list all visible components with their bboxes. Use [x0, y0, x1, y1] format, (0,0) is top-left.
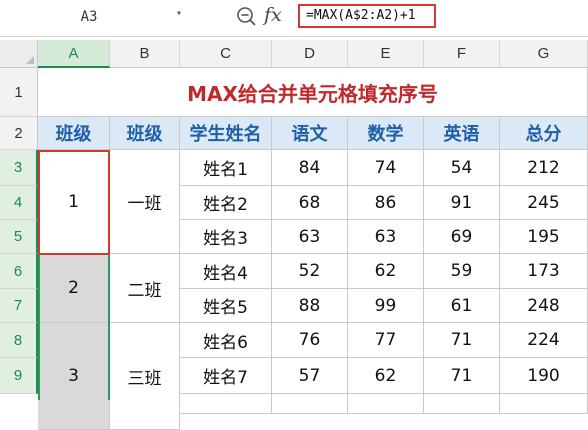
row-header-7[interactable]: 7 [0, 289, 38, 323]
name-box[interactable]: A3 ▾ [0, 4, 186, 30]
data-cell[interactable]: 52 [272, 254, 348, 289]
row-header-8[interactable]: 8 [0, 323, 38, 358]
name-box-value[interactable]: A3 [0, 9, 178, 25]
data-cell[interactable]: 224 [500, 323, 588, 358]
row-header-5[interactable]: 5 [0, 220, 38, 254]
formula-bar: A3 ▾ fx =MAX(A$2:A2)+1 [0, 0, 588, 37]
data-cell[interactable]: 62 [348, 254, 424, 289]
data-cell[interactable]: 63 [348, 220, 424, 254]
header-cell[interactable]: 英语 [424, 117, 500, 150]
data-cell[interactable]: 姓名2 [180, 186, 272, 220]
data-cell[interactable]: 59 [424, 254, 500, 289]
header-cell[interactable]: 学生姓名 [180, 117, 272, 150]
merged-seq-cell[interactable]: 3 [38, 323, 110, 430]
data-cell[interactable]: 248 [500, 289, 588, 323]
selection-border-right [108, 254, 110, 400]
data-cell[interactable]: 54 [424, 150, 500, 186]
column-header-c[interactable]: C [180, 40, 272, 68]
data-cell[interactable]: 91 [424, 186, 500, 220]
data-cell[interactable]: 姓名6 [180, 323, 272, 358]
data-cell[interactable]: 姓名3 [180, 220, 272, 254]
merged-class-cell[interactable]: 一班 [110, 150, 180, 254]
column-header-a[interactable]: A [38, 40, 110, 68]
row-header-9[interactable]: 9 [0, 358, 38, 394]
merged-seq-cell[interactable]: 2 [38, 254, 110, 323]
data-cell[interactable]: 71 [424, 358, 500, 394]
sheet-title[interactable]: MAX给合并单元格填充序号 [38, 68, 588, 117]
data-cell[interactable]: 姓名1 [180, 150, 272, 186]
data-cell[interactable] [348, 394, 424, 414]
data-cell[interactable]: 69 [424, 220, 500, 254]
header-cell[interactable]: 总分 [500, 117, 588, 150]
row-header-6[interactable]: 6 [0, 254, 38, 289]
data-cell[interactable]: 63 [272, 220, 348, 254]
data-cell[interactable]: 173 [500, 254, 588, 289]
row-header-1[interactable]: 1 [0, 68, 38, 117]
column-header-b[interactable]: B [110, 40, 180, 68]
chevron-down-icon[interactable]: ▾ [176, 8, 182, 19]
merged-class-cell[interactable]: 二班 [110, 254, 180, 323]
header-cell[interactable]: 数学 [348, 117, 424, 150]
data-cell[interactable]: 77 [348, 323, 424, 358]
fx-icon[interactable]: fx [264, 4, 282, 26]
data-cell[interactable]: 姓名4 [180, 254, 272, 289]
row-header-3[interactable]: 3 [0, 150, 38, 186]
data-cell[interactable]: 61 [424, 289, 500, 323]
header-cell[interactable]: 语文 [272, 117, 348, 150]
data-cell[interactable]: 86 [348, 186, 424, 220]
data-cell[interactable] [180, 394, 272, 414]
data-cell[interactable]: 245 [500, 186, 588, 220]
merged-seq-cell[interactable]: 1 [38, 150, 110, 254]
data-cell[interactable] [500, 394, 588, 414]
data-cell[interactable]: 71 [424, 323, 500, 358]
data-cell[interactable]: 57 [272, 358, 348, 394]
data-cell[interactable]: 姓名7 [180, 358, 272, 394]
data-cell[interactable] [272, 394, 348, 414]
selection-border-left [38, 254, 40, 400]
data-cell[interactable]: 212 [500, 150, 588, 186]
data-cell[interactable] [424, 394, 500, 414]
header-cell[interactable]: 班级 [38, 117, 110, 150]
data-cell[interactable]: 姓名5 [180, 289, 272, 323]
formula-input[interactable]: =MAX(A$2:A2)+1 [298, 4, 436, 28]
data-cell[interactable]: 62 [348, 358, 424, 394]
data-cell[interactable]: 68 [272, 186, 348, 220]
data-cell[interactable]: 76 [272, 323, 348, 358]
column-header-g[interactable]: G [500, 40, 588, 68]
column-header-d[interactable]: D [272, 40, 348, 68]
data-cell[interactable]: 99 [348, 289, 424, 323]
column-header-e[interactable]: E [348, 40, 424, 68]
data-cell[interactable]: 74 [348, 150, 424, 186]
select-all-corner[interactable] [0, 40, 38, 68]
merged-class-cell[interactable]: 三班 [110, 323, 180, 430]
row-header-2[interactable]: 2 [0, 117, 38, 150]
data-cell[interactable]: 84 [272, 150, 348, 186]
data-cell[interactable]: 190 [500, 358, 588, 394]
column-header-f[interactable]: F [424, 40, 500, 68]
header-cell[interactable]: 班级 [110, 117, 180, 150]
data-cell[interactable]: 195 [500, 220, 588, 254]
zoom-icon[interactable] [236, 6, 258, 32]
row-header-4[interactable]: 4 [0, 186, 38, 220]
data-cell[interactable]: 88 [272, 289, 348, 323]
